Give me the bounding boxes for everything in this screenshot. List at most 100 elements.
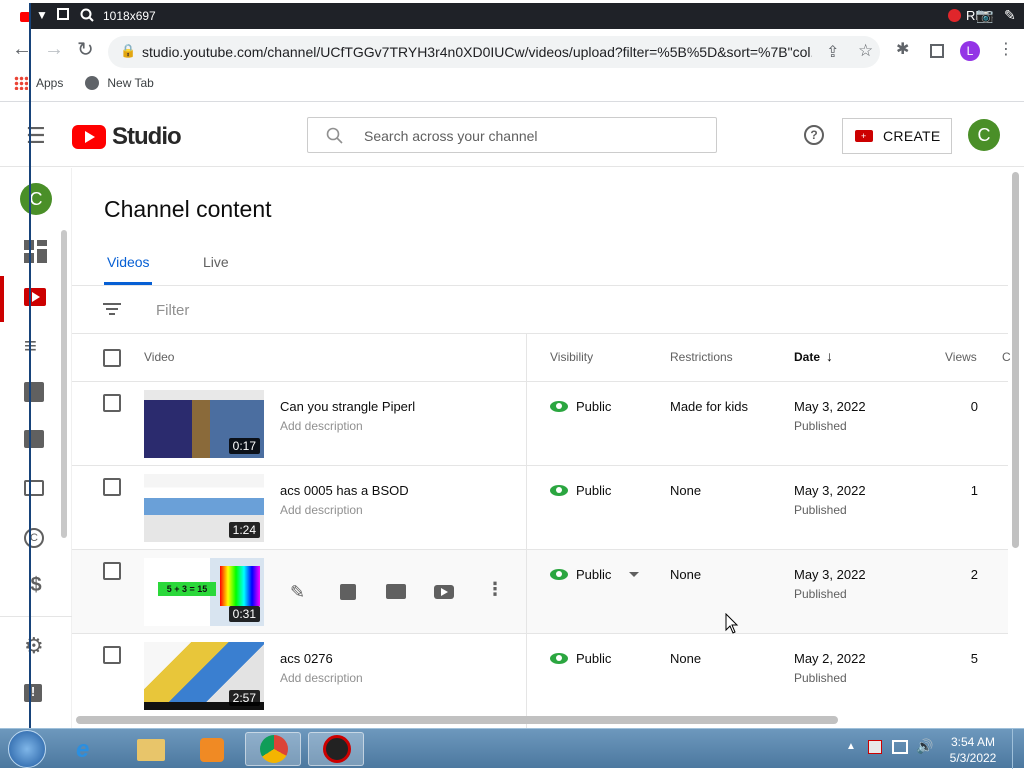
row-checkbox[interactable]	[103, 646, 121, 664]
column-header-video[interactable]: Video	[144, 350, 174, 364]
settings-gear-icon[interactable]: ⚙	[24, 634, 48, 658]
monetization-icon[interactable]: $	[24, 574, 48, 598]
profile-avatar[interactable]: L	[960, 41, 980, 61]
copyright-icon[interactable]: C	[24, 528, 44, 548]
tab-live[interactable]: Live	[203, 254, 229, 270]
comments-icon[interactable]	[386, 584, 406, 599]
video-thumbnail[interactable]: 5 + 3 = 15 0:31	[144, 558, 264, 626]
browser-tab-strip	[0, 3, 30, 29]
recording-dimensions: 1018x697	[103, 9, 156, 23]
system-clock[interactable]: 3:54 AM 5/3/2022	[940, 734, 1006, 766]
dropdown-caret-icon[interactable]	[629, 572, 640, 577]
column-header-restrictions[interactable]: Restrictions	[670, 350, 733, 364]
channel-avatar[interactable]: C	[20, 183, 52, 215]
status-value: Published	[794, 503, 847, 517]
table-row[interactable]: 5 + 3 = 15 0:31 ✎ ⋮ Public None May 3, 2…	[72, 550, 1008, 634]
status-value: Published	[794, 671, 847, 685]
side-panel-icon[interactable]	[930, 44, 944, 58]
taskbar-media-player[interactable]	[184, 732, 240, 766]
comments-icon[interactable]	[24, 430, 44, 448]
visibility-cell[interactable]: Public	[550, 651, 611, 666]
zoom-icon[interactable]	[80, 8, 94, 22]
help-icon[interactable]: ?	[804, 125, 824, 145]
account-avatar[interactable]: C	[968, 119, 1000, 151]
share-icon[interactable]: ⇪	[826, 42, 839, 62]
video-title[interactable]: acs 0276	[280, 651, 333, 666]
clock-date: 5/3/2022	[949, 751, 997, 765]
studio-logo[interactable]: Studio	[72, 123, 182, 151]
taskbar-ie[interactable]: e	[62, 732, 118, 766]
column-header-comments[interactable]: C	[1002, 350, 1011, 364]
start-button-icon[interactable]	[8, 730, 46, 768]
visibility-cell[interactable]: Public	[550, 567, 640, 582]
row-checkbox[interactable]	[103, 394, 121, 412]
video-thumbnail[interactable]: 2:57	[144, 642, 264, 710]
select-all-checkbox[interactable]	[103, 349, 121, 367]
visibility-cell[interactable]: Public	[550, 483, 611, 498]
dropdown-icon[interactable]: ▼	[36, 8, 48, 22]
column-header-visibility[interactable]: Visibility	[550, 350, 593, 364]
video-description[interactable]: Add description	[280, 671, 363, 685]
action-center-icon[interactable]	[868, 740, 882, 754]
sort-down-arrow-icon[interactable]: ↓	[826, 348, 833, 364]
pencil-icon[interactable]: ✎	[1004, 7, 1016, 24]
row-checkbox[interactable]	[103, 562, 121, 580]
recorder-app-icon	[323, 735, 351, 763]
taskbar-explorer[interactable]	[123, 732, 179, 766]
analytics-icon[interactable]	[340, 584, 356, 600]
chrome-icon	[260, 735, 288, 763]
video-thumbnail[interactable]: 0:17	[144, 390, 264, 458]
playlists-icon[interactable]: ≡	[24, 334, 48, 358]
visibility-cell[interactable]: Public	[550, 399, 611, 414]
content-icon[interactable]	[24, 288, 46, 306]
dashboard-icon[interactable]	[24, 240, 48, 264]
filter-input[interactable]: Filter	[156, 302, 189, 319]
horizontal-scrollbar[interactable]	[76, 716, 838, 724]
forward-arrow-icon[interactable]: →	[44, 38, 64, 61]
address-bar[interactable]: 🔒 studio.youtube.com/channel/UCfTGGv7TRY…	[108, 36, 880, 68]
video-title[interactable]: acs 0005 has a BSOD	[280, 483, 409, 498]
analytics-icon[interactable]	[24, 382, 44, 402]
column-header-views[interactable]: Views	[945, 350, 977, 364]
kebab-menu-icon[interactable]: ⋮	[998, 39, 1014, 59]
window-icon[interactable]	[57, 8, 69, 20]
bookmark-new-tab[interactable]: New Tab	[85, 76, 154, 90]
reload-icon[interactable]: ↻	[77, 37, 94, 62]
extensions-puzzle-icon[interactable]: ✱	[896, 39, 909, 59]
column-header-date[interactable]: Date	[794, 350, 820, 364]
tab-videos[interactable]: Videos	[107, 254, 150, 270]
create-button[interactable]: + CREATE	[842, 118, 952, 154]
video-thumbnail[interactable]: 1:24	[144, 474, 264, 542]
search-placeholder: Search across your channel	[364, 128, 538, 144]
bookmark-star-icon[interactable]: ☆	[858, 41, 873, 61]
video-description[interactable]: Add description	[280, 419, 363, 433]
feedback-icon[interactable]: !	[24, 684, 42, 702]
camera-icon[interactable]: 📷	[976, 7, 993, 24]
video-title[interactable]: Can you strangle Piperl	[280, 399, 415, 414]
subtitles-icon[interactable]	[24, 480, 44, 496]
taskbar-chrome[interactable]	[245, 732, 301, 766]
taskbar-recorder[interactable]	[308, 732, 364, 766]
youtube-play-logo-icon	[72, 125, 106, 149]
tray-expand-icon[interactable]: ▲	[846, 741, 856, 752]
duration-badge: 2:57	[228, 690, 260, 706]
filter-icon[interactable]	[103, 302, 123, 316]
edit-pencil-icon[interactable]: ✎	[290, 582, 305, 603]
row-checkbox[interactable]	[103, 478, 121, 496]
sidebar-scrollbar[interactable]	[61, 230, 67, 538]
lock-icon[interactable]: 🔒	[120, 43, 136, 59]
show-desktop-button[interactable]	[1012, 729, 1024, 769]
channel-search[interactable]: Search across your channel	[307, 117, 717, 153]
restrictions-value: None	[670, 567, 702, 582]
divider	[72, 285, 1008, 286]
youtube-view-icon[interactable]	[434, 585, 454, 599]
vertical-scrollbar[interactable]	[1012, 172, 1019, 548]
volume-icon[interactable]: 🔊	[916, 738, 933, 755]
views-value: 1	[970, 483, 978, 498]
options-kebab-icon[interactable]: ⋮	[486, 579, 504, 600]
video-description[interactable]: Add description	[280, 503, 363, 517]
views-value: 2	[970, 567, 978, 582]
bookmark-apps[interactable]: Apps	[14, 76, 63, 90]
network-icon[interactable]	[892, 740, 908, 754]
recorder-toolbar: ▼ 1018x697 REC 📷 ✎	[30, 3, 1024, 29]
